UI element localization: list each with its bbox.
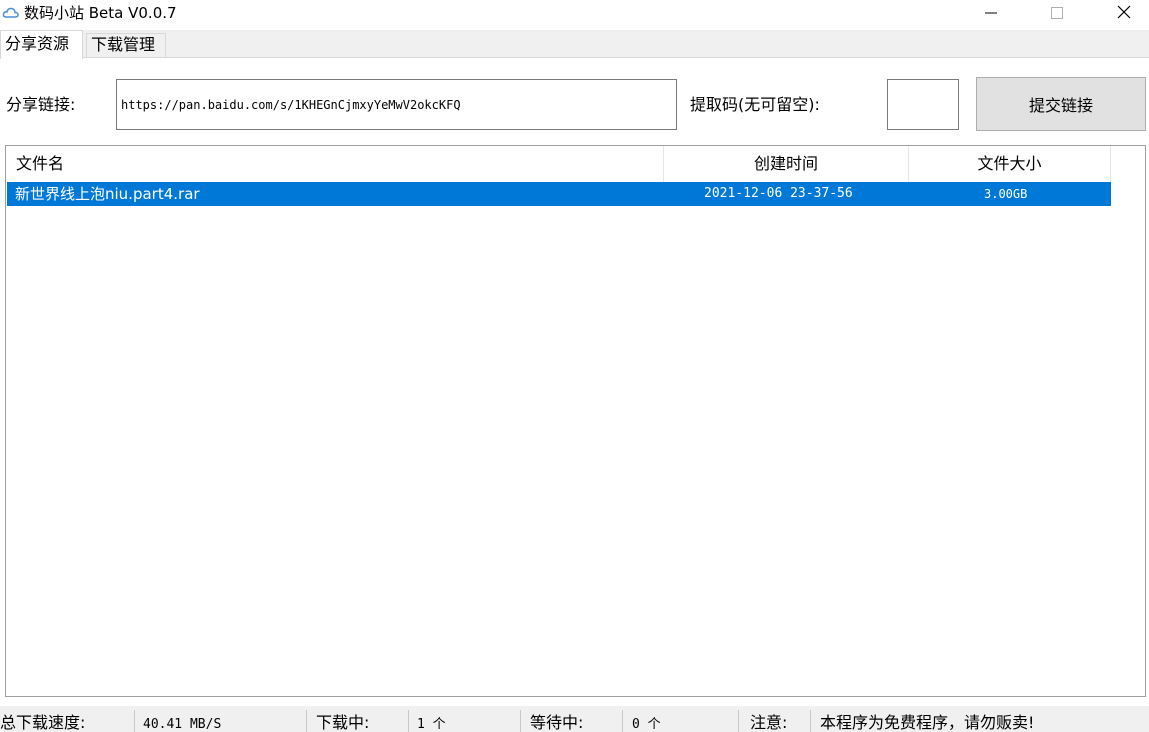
status-divider [520, 710, 521, 732]
window-title: 数码小站 Beta V0.0.7 [24, 4, 177, 22]
table-row[interactable]: 新世界线上泡niu.part4.rar 2021-12-06 23-37-56 … [7, 182, 1111, 206]
minimize-button[interactable] [968, 0, 1014, 28]
status-divider [738, 710, 739, 732]
file-list-header: 文件名 创建时间 文件大小 [6, 146, 1111, 182]
minimize-icon [985, 5, 997, 23]
speed-value: 40.41 MB/S [143, 717, 222, 732]
column-header-size[interactable]: 文件大小 [909, 146, 1111, 182]
downloading-value: 1 个 [417, 717, 446, 732]
maximize-button[interactable] [1034, 0, 1080, 28]
waiting-label: 等待中: [530, 713, 584, 732]
submit-link-button[interactable]: 提交链接 [976, 77, 1146, 131]
waiting-value: 0 个 [632, 717, 661, 732]
created-time-cell: 2021-12-06 23-37-56 [704, 186, 853, 201]
status-divider [810, 710, 811, 732]
tab-bar: 分享资源 下载管理 [0, 30, 1149, 59]
cloud-icon [2, 4, 20, 22]
status-divider [134, 710, 135, 732]
close-icon [1117, 5, 1131, 23]
extract-code-label: 提取码(无可留空): [690, 95, 820, 114]
status-bar: 总下载速度: 40.41 MB/S 下载中: 1 个 等待中: 0 个 注意: … [0, 706, 1149, 732]
column-header-filename[interactable]: 文件名 [6, 146, 664, 182]
status-divider [622, 710, 623, 732]
tab-share-resources[interactable]: 分享资源 [0, 30, 83, 59]
column-header-created[interactable]: 创建时间 [664, 146, 909, 182]
file-size-cell: 3.00GB [984, 187, 1028, 201]
downloading-label: 下载中: [316, 713, 370, 732]
close-button[interactable] [1101, 0, 1147, 28]
share-link-input[interactable] [116, 79, 677, 130]
file-name-cell: 新世界线上泡niu.part4.rar [15, 185, 200, 203]
status-divider [306, 710, 307, 732]
file-list[interactable]: 文件名 创建时间 文件大小 新世界线上泡niu.part4.rar 2021-1… [5, 145, 1146, 697]
share-link-label: 分享链接: [6, 95, 76, 114]
notice-text: 本程序为免费程序，请勿贩卖! [820, 713, 1035, 732]
speed-label: 总下载速度: [0, 713, 86, 732]
notice-label: 注意: [750, 713, 788, 732]
extract-code-input[interactable] [887, 79, 959, 130]
status-divider [408, 710, 409, 732]
title-bar: 数码小站 Beta V0.0.7 [0, 0, 1149, 28]
maximize-icon [1051, 5, 1063, 23]
tab-download-manager[interactable]: 下载管理 [86, 33, 166, 58]
